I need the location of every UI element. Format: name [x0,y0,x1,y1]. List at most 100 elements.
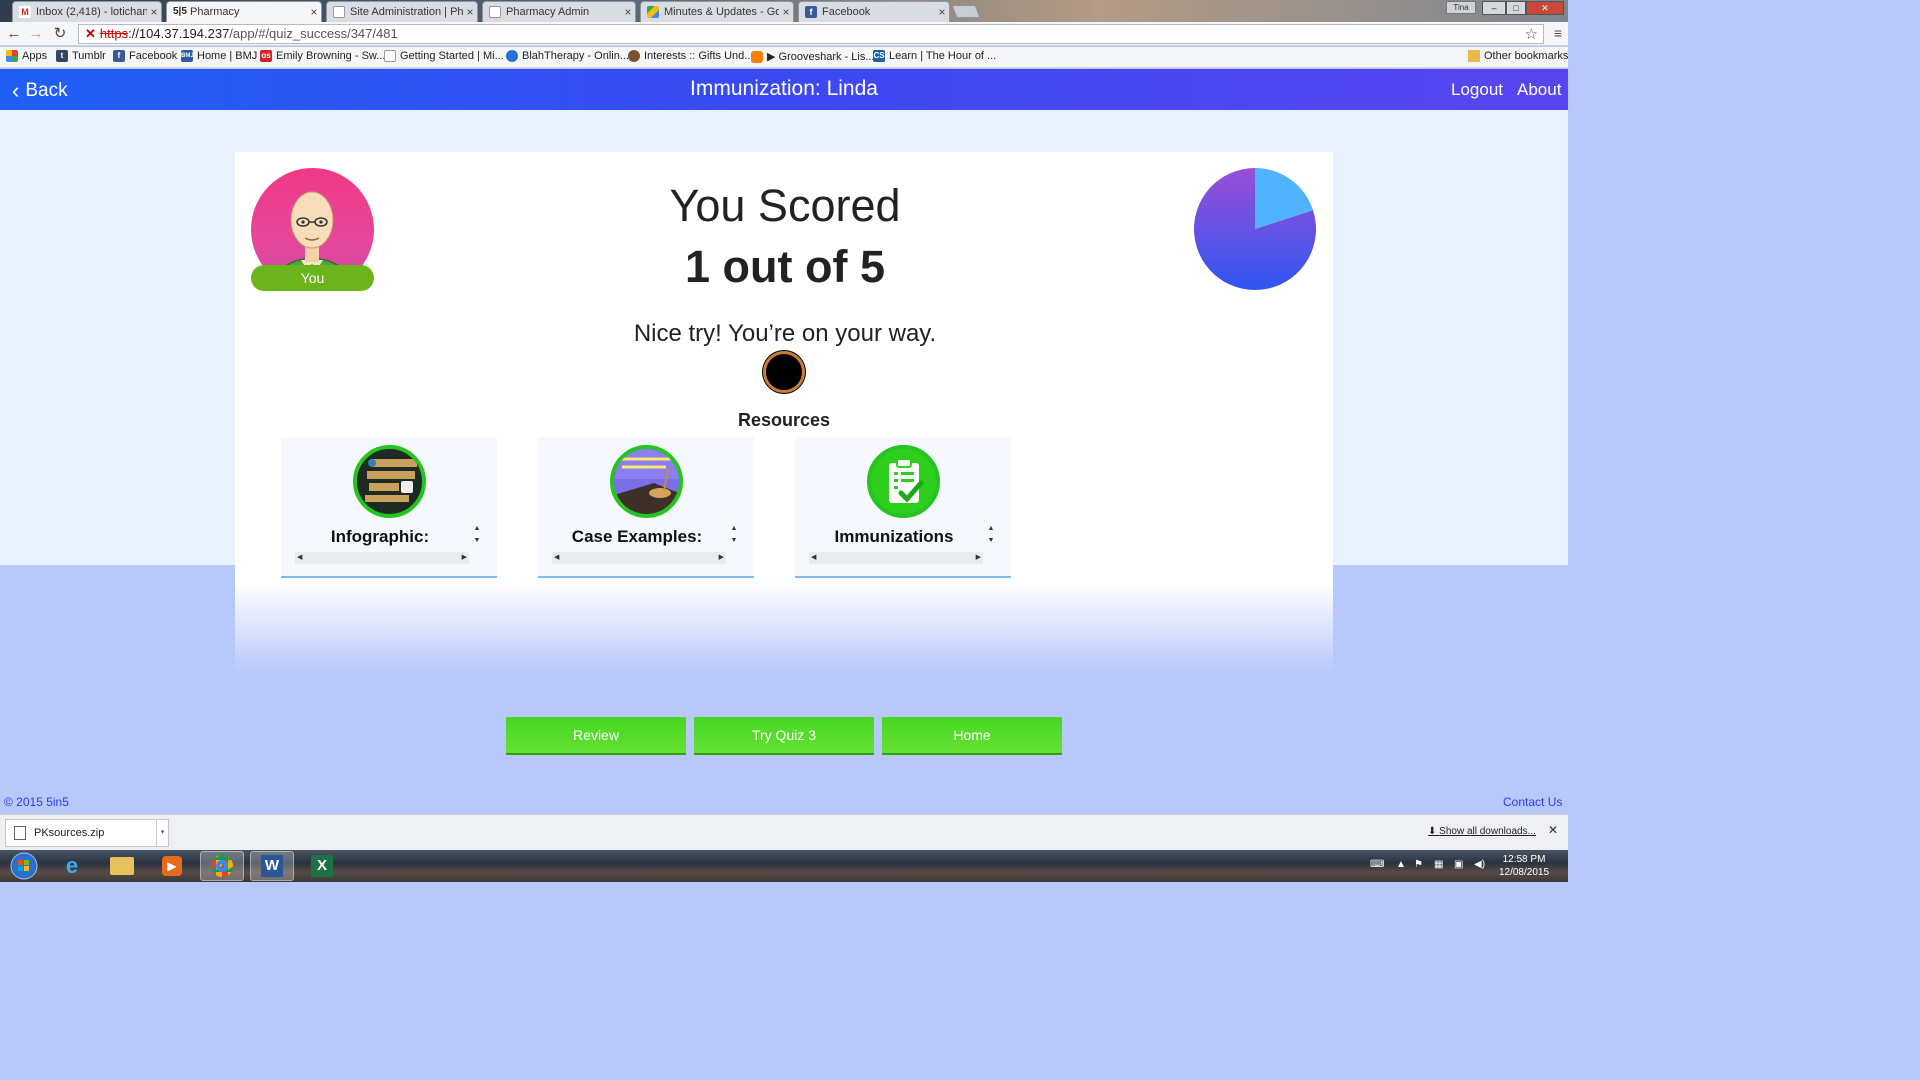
download-item[interactable]: PKsources.zip ▾ [5,819,169,847]
new-tab-button[interactable] [951,5,981,18]
code-icon: CS [873,50,885,62]
browser-tab-pharmacy[interactable]: 5|5 Pharmacy × [166,1,322,22]
tumblr-icon: t [56,50,68,62]
maximize-button[interactable]: □ [1506,1,1526,15]
url-scheme: https [99,26,129,41]
media-player-taskbar-button[interactable]: ▶ [150,851,194,881]
close-icon[interactable]: ✕ [1548,823,1558,837]
bookmark-other[interactable]: Other bookmarks [1468,50,1568,62]
copyright-text: © 2015 5in5 [4,795,69,809]
browser-tab-strip: M Inbox (2,418) - lotichan@ × 5|5 Pharma… [0,0,1568,22]
reload-icon[interactable]: ↻ [50,25,70,43]
horizontal-scrollbar[interactable]: ◀ ▶ [552,552,726,564]
word-taskbar-button[interactable]: W [250,851,294,881]
vertical-scrollbar[interactable]: ▲ ▼ [985,523,997,551]
app-header: ‹ Back Immunization: Linda Logout About [0,69,1568,110]
bookmark-emily-browning[interactable]: os Emily Browning - Sw... [260,50,385,62]
resource-card-case-examples[interactable]: Case Examples: ▲ ▼ ◀ ▶ [538,437,754,578]
review-button[interactable]: Review [506,717,686,755]
window-user-badge[interactable]: Tina [1446,1,1476,14]
start-button[interactable] [2,851,46,881]
resource-label: Immunizations [834,527,954,546]
horizontal-scrollbar[interactable]: ◀ ▶ [295,552,469,564]
bookmark-label: Home | BMJ [197,50,258,62]
close-icon[interactable]: × [147,5,161,19]
close-icon[interactable]: × [621,5,635,19]
avatar-label: You [251,265,374,291]
windows-update-icon[interactable]: ▦ [1434,859,1443,870]
bookmark-tumblr[interactable]: t Tumblr [56,50,106,62]
browser-menu-icon[interactable]: ≡ [1554,25,1562,41]
browser-tab-facebook[interactable]: f Facebook × [798,1,950,22]
resource-card-infographic[interactable]: Infographic: ▲ ▼ ◀ ▶ [281,437,497,578]
close-icon[interactable]: × [779,5,793,19]
url-host: ://104.37.194.237 [128,26,230,41]
vertical-scrollbar[interactable]: ▲ ▼ [471,523,483,551]
close-icon[interactable]: × [463,5,477,19]
try-quiz-button[interactable]: Try Quiz 3 [694,717,874,755]
home-button[interactable]: Home [882,717,1062,755]
windows-logo-icon [10,852,38,880]
facebook-icon: f [113,50,125,62]
back-arrow-icon[interactable]: ← [4,25,24,43]
download-filename: PKsources.zip [34,827,105,839]
bookmark-interests[interactable]: Interests :: Gifts Und... [628,50,753,62]
contact-us-link[interactable]: Contact Us [1503,795,1562,809]
volume-icon[interactable]: ◀) [1474,859,1485,870]
address-bar[interactable]: ✕ https://104.37.194.237/app/#/quiz_succe… [78,24,1544,44]
bookmark-label: Learn | The Hour of ... [889,50,997,62]
file-explorer-taskbar-button[interactable] [100,851,144,881]
chevron-down-icon[interactable]: ▾ [156,820,168,846]
facebook-icon: f [805,6,817,18]
bookmark-grooveshark[interactable]: ▶ Grooveshark - Lis... [751,50,875,63]
download-bar: PKsources.zip ▾ ⬇ Show all downloads... … [0,814,1568,850]
tab-label: Site Administration | Phar [350,6,463,18]
close-icon[interactable]: × [307,5,321,19]
infographic-thumbnail-icon [353,445,426,518]
excel-taskbar-button[interactable]: X [300,851,344,881]
back-button[interactable]: ‹ Back [12,78,68,104]
horizontal-scrollbar[interactable]: ◀ ▶ [809,552,983,564]
browser-tab-gmail[interactable]: M Inbox (2,418) - lotichan@ × [12,1,162,22]
network-icon[interactable]: ▣ [1454,859,1463,870]
bookmark-star-icon[interactable]: ☆ [1525,25,1538,43]
apps-grid-icon [6,50,18,62]
minimize-button[interactable]: – [1482,1,1506,15]
page-title: Immunization: Linda [690,77,878,100]
bookmark-getting-started[interactable]: Getting Started | Mi... [384,50,504,62]
browser-tab-minutes[interactable]: Minutes & Updates - Goo × [640,1,794,22]
word-icon: W [261,855,283,877]
logout-link[interactable]: Logout [1451,80,1503,100]
browser-tab-pharmacy-admin[interactable]: Pharmacy Admin × [482,1,636,22]
keyboard-icon[interactable]: ⌨ [1370,859,1384,870]
chrome-taskbar-button[interactable] [200,851,244,881]
forward-arrow-icon[interactable]: → [26,25,46,43]
bookmark-facebook[interactable]: f Facebook [113,50,177,62]
excel-icon: X [311,855,333,877]
blahtherapy-icon [506,50,518,62]
feedback-message: Nice try! You’re on your way. [633,320,937,347]
show-hidden-icons-icon[interactable]: ▲ [1396,859,1406,870]
bookmark-apps[interactable]: Apps [6,50,47,62]
browser-tab-site-admin[interactable]: Site Administration | Phar × [326,1,478,22]
5in5-icon: 5|5 [173,6,187,18]
about-link[interactable]: About [1517,80,1561,100]
bookmark-hour-of-code[interactable]: CS Learn | The Hour of ... [873,50,996,62]
tab-label: Minutes & Updates - Goo [664,6,779,18]
show-all-downloads-link[interactable]: ⬇ Show all downloads... [1428,826,1536,837]
bookmark-blahtherapy[interactable]: BlahTherapy - Onlin... [506,50,629,62]
interests-icon [628,50,640,62]
close-icon[interactable]: × [935,5,949,19]
resource-card-immunizations[interactable]: Immunizations ▲ ▼ ◀ ▶ [795,437,1011,578]
tab-label: Pharmacy Admin [506,6,590,18]
browser-toolbar: ← → ↻ ✕ https://104.37.194.237/app/#/quiz… [0,22,1568,46]
windows-taskbar: e ▶ W X ⌨ ▲ ⚑ ▦ ▣ ◀) 12:58 PM 12/08/2015 [0,850,1568,882]
vertical-scrollbar[interactable]: ▲ ▼ [728,523,740,551]
action-center-flag-icon[interactable]: ⚑ [1414,859,1423,870]
bookmark-bmj[interactable]: BMJ Home | BMJ [181,50,257,62]
internet-explorer-taskbar-button[interactable]: e [50,851,94,881]
badge-circle-icon [763,351,805,393]
bookmark-label: ▶ Grooveshark - Lis... [767,51,875,63]
system-clock[interactable]: 12:58 PM 12/08/2015 [1496,853,1552,879]
window-close-button[interactable]: ✕ [1526,1,1564,15]
